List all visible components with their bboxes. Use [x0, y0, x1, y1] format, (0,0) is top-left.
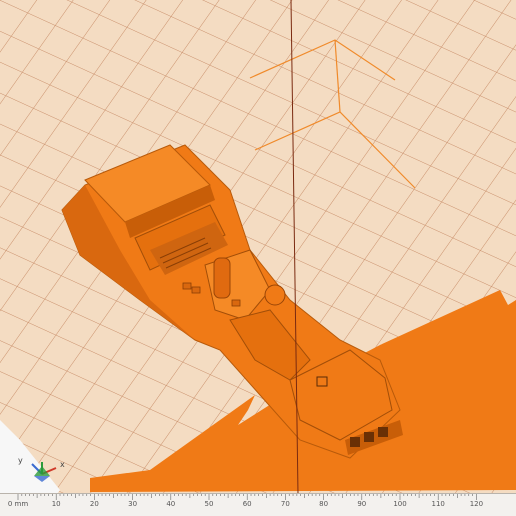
ruler-tick-label: 30: [128, 500, 138, 508]
3d-viewport[interactable]: [0, 0, 516, 516]
ruler-unit-label: 0 mm: [7, 500, 29, 508]
ruler-tick-label: 50: [204, 500, 214, 508]
ruler-tick-label: 120: [469, 500, 484, 508]
axis-base-icon: [34, 476, 50, 482]
y-axis-label: y: [18, 456, 23, 465]
ruler-tick-label: 100: [393, 500, 407, 508]
viewport-canvas[interactable]: [0, 0, 516, 516]
x-axis-label: x: [60, 460, 65, 469]
ruler-tick-label: 80: [319, 500, 329, 508]
ruler-tick-label: 40: [166, 500, 176, 508]
ruler-tick-label: 90: [357, 500, 367, 508]
ruler-tick-label: 110: [431, 500, 445, 508]
ruler-tick-label: 60: [242, 500, 252, 508]
ruler-tick-label: 20: [89, 500, 99, 508]
ruler-tick-label: 70: [280, 500, 290, 508]
bottom-ruler: 0 mm 10 20 30 40 50 60 70 80 90 100 110 120: [0, 493, 516, 516]
ruler-tick-label: 10: [51, 500, 61, 508]
axis-gizmo[interactable]: y x: [12, 452, 72, 492]
